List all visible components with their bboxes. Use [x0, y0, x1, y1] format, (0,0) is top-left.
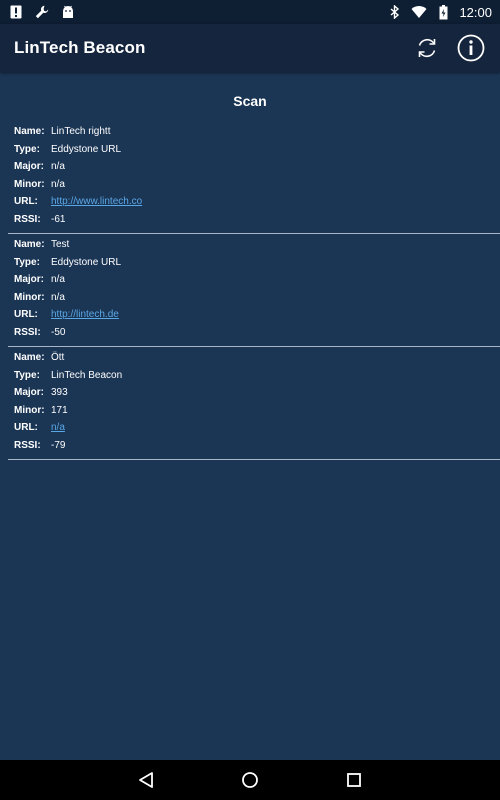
type-label: Type: — [14, 369, 40, 381]
rssi-label: RSSI: — [14, 439, 41, 451]
minor-label: Minor: — [14, 178, 45, 190]
section-title: Scan — [233, 93, 267, 109]
type-label: Type: — [14, 256, 40, 268]
home-button[interactable] — [238, 768, 262, 792]
major-label: Major: — [14, 387, 44, 399]
beacon-minor-row: Minor: 171 — [14, 402, 500, 420]
back-button[interactable] — [134, 768, 158, 792]
beacon-name-row: Name: LinTech rightt — [14, 123, 500, 141]
major-value: 393 — [51, 387, 68, 399]
minor-label: Minor: — [14, 291, 45, 303]
alert-icon — [8, 4, 24, 20]
major-label: Major: — [14, 274, 44, 286]
beacon-minor-row: Minor: n/a — [14, 176, 500, 194]
app-title: LinTech Beacon — [14, 38, 146, 57]
beacon-url-row: URL: n/a — [14, 419, 500, 437]
notification-icons — [8, 4, 76, 20]
beacon-rssi-row: RSSI: -79 — [14, 437, 500, 455]
beacon-rssi-row: RSSI: -50 — [14, 324, 500, 342]
beacon-major-row: Major: 393 — [14, 384, 500, 402]
name-label: Name: — [14, 126, 45, 138]
beacon-url-row: URL: http://www.lintech.co — [14, 193, 500, 211]
beacon-item[interactable]: Name: Ött Type: LinTech Beacon Major: 39… — [8, 347, 500, 460]
rssi-value: -61 — [51, 213, 66, 225]
rssi-label: RSSI: — [14, 213, 41, 225]
url-label: URL: — [14, 422, 38, 434]
refresh-button[interactable] — [412, 33, 442, 63]
beacon-minor-row: Minor: n/a — [14, 289, 500, 307]
beacon-major-row: Major: n/a — [14, 271, 500, 289]
system-icons: 12:00 — [387, 4, 492, 20]
major-value: n/a — [51, 274, 65, 286]
beacon-rssi-row: RSSI: -61 — [14, 211, 500, 229]
url-label: URL: — [14, 196, 38, 208]
beacon-item[interactable]: Name: Test Type: Eddystone URL Major: n/… — [8, 234, 500, 347]
type-value: LinTech Beacon — [51, 369, 123, 381]
url-link[interactable]: http://lintech.de — [51, 309, 119, 320]
url-link[interactable]: http://www.lintech.co — [51, 196, 142, 207]
rssi-value: -79 — [51, 439, 66, 451]
beacon-item[interactable]: Name: LinTech rightt Type: Eddystone URL… — [8, 121, 500, 234]
scan-content: Scan Name: LinTech rightt Type: Eddyston… — [0, 72, 500, 760]
recents-button[interactable] — [342, 768, 366, 792]
name-label: Name: — [14, 352, 45, 364]
back-icon — [139, 772, 153, 788]
beacon-url-row: URL: http://lintech.de — [14, 306, 500, 324]
android-icon — [60, 4, 76, 20]
refresh-icon — [418, 38, 436, 58]
url-link[interactable]: n/a — [51, 422, 65, 433]
wifi-icon — [411, 4, 427, 20]
major-label: Major: — [14, 161, 44, 173]
navigation-bar — [0, 760, 500, 800]
rssi-label: RSSI: — [14, 326, 41, 338]
url-label: URL: — [14, 309, 38, 321]
app-bar: LinTech Beacon — [0, 24, 500, 72]
battery-icon — [435, 4, 451, 20]
beacon-major-row: Major: n/a — [14, 158, 500, 176]
app-screen: 12:00 LinTech Beacon Scan Name: LinTech … — [0, 0, 500, 800]
info-button[interactable] — [456, 33, 486, 63]
beacon-name-row: Name: Test — [14, 236, 500, 254]
beacon-type-row: Type: Eddystone URL — [14, 254, 500, 272]
beacon-name-row: Name: Ött — [14, 349, 500, 367]
major-value: n/a — [51, 161, 65, 173]
status-bar: 12:00 — [0, 0, 500, 24]
name-value: LinTech rightt — [51, 126, 111, 138]
minor-value: n/a — [51, 291, 65, 303]
beacon-type-row: Type: LinTech Beacon — [14, 367, 500, 385]
beacon-type-row: Type: Eddystone URL — [14, 141, 500, 159]
bluetooth-icon — [387, 4, 403, 20]
app-bar-actions — [412, 33, 486, 63]
home-icon — [242, 772, 258, 788]
minor-label: Minor: — [14, 404, 45, 416]
beacon-list: Name: LinTech rightt Type: Eddystone URL… — [0, 121, 500, 460]
rssi-value: -50 — [51, 326, 66, 338]
type-value: Eddystone URL — [51, 143, 122, 155]
name-value: Test — [51, 239, 70, 251]
clock: 12:00 — [459, 4, 492, 20]
name-label: Name: — [14, 239, 45, 251]
minor-value: 171 — [51, 404, 68, 416]
type-value: Eddystone URL — [51, 256, 122, 268]
type-label: Type: — [14, 143, 40, 155]
info-icon — [457, 34, 485, 62]
name-value: Ött — [51, 352, 65, 364]
minor-value: n/a — [51, 178, 65, 190]
recents-icon — [347, 773, 361, 787]
wrench-icon — [34, 4, 50, 20]
